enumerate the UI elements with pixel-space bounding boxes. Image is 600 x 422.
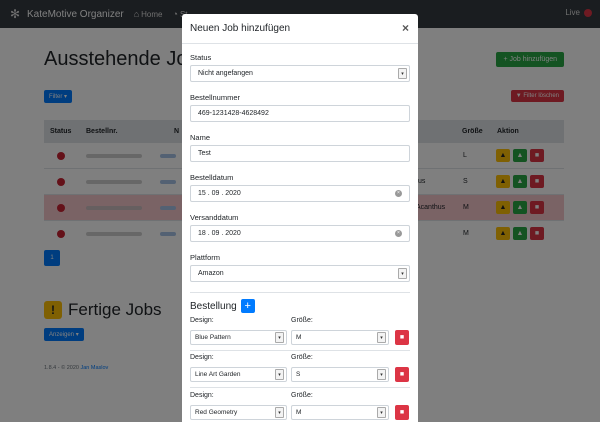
ship-date-label: Versanddatum: [190, 213, 239, 222]
name-input[interactable]: Test: [190, 145, 410, 162]
platform-select-value: Amazon: [198, 270, 224, 277]
size-select[interactable]: M ▾: [291, 405, 389, 420]
select-arrow-icon: ▾: [275, 407, 284, 418]
size-select-value: M: [296, 409, 302, 416]
delete-item-button[interactable]: ■: [395, 367, 409, 382]
select-arrow-icon: ▾: [398, 68, 407, 79]
name-label: Name: [190, 133, 211, 142]
size-select[interactable]: M ▾: [291, 330, 389, 345]
design-select[interactable]: Red Geometry ▾: [190, 405, 287, 420]
order-date-label: Bestelldatum: [190, 173, 234, 182]
size-select-value: M: [296, 334, 302, 341]
select-arrow-icon: ▾: [377, 332, 386, 343]
design-select[interactable]: Blue Pattern ▾: [190, 330, 287, 345]
order-date-value: 15 . 09 . 2020: [198, 190, 241, 197]
select-arrow-icon: ▾: [275, 369, 284, 380]
close-icon[interactable]: ×: [402, 21, 409, 35]
size-label: Größe:: [291, 392, 313, 399]
select-arrow-icon: ▾: [377, 407, 386, 418]
status-select[interactable]: Nicht angefangen ▾: [190, 65, 410, 82]
delete-item-button[interactable]: ■: [395, 330, 409, 345]
order-section-header: Bestellung +: [190, 299, 255, 313]
design-label: Design:: [190, 317, 214, 324]
design-label: Design:: [190, 354, 214, 361]
add-job-modal: Neuen Job hinzufügen × Status Nicht ange…: [182, 14, 418, 422]
modal-header: Neuen Job hinzufügen ×: [182, 14, 418, 44]
ship-date-input[interactable]: 18 . 09 . 2020 ×: [190, 225, 410, 242]
select-arrow-icon: ▾: [398, 268, 407, 279]
status-select-value: Nicht angefangen: [198, 70, 253, 77]
order-date-input[interactable]: 15 . 09 . 2020 ×: [190, 185, 410, 202]
select-arrow-icon: ▾: [377, 369, 386, 380]
order-section-title: Bestellung: [190, 300, 237, 312]
design-label: Design:: [190, 392, 214, 399]
size-label: Größe:: [291, 354, 313, 361]
platform-select[interactable]: Amazon ▾: [190, 265, 410, 282]
clear-icon[interactable]: ×: [395, 230, 402, 237]
select-arrow-icon: ▾: [275, 332, 284, 343]
divider: [190, 292, 410, 293]
platform-label: Plattform: [190, 253, 221, 262]
size-label: Größe:: [291, 317, 313, 324]
design-select-value: Line Art Garden: [195, 371, 241, 378]
modal-title: Neuen Job hinzufügen: [190, 23, 291, 34]
design-select[interactable]: Line Art Garden ▾: [190, 367, 287, 382]
size-select[interactable]: S ▾: [291, 367, 389, 382]
divider: [190, 350, 410, 351]
order-number-label: Bestellnummer: [190, 93, 241, 102]
name-value: Test: [198, 150, 211, 157]
ship-date-value: 18 . 09 . 2020: [198, 230, 241, 237]
status-label: Status: [190, 53, 212, 62]
order-number-value: 469-1231428-4628492: [198, 110, 269, 117]
size-select-value: S: [296, 371, 301, 378]
add-item-button[interactable]: +: [240, 299, 255, 313]
design-select-value: Red Geometry: [195, 409, 238, 416]
clear-icon[interactable]: ×: [395, 190, 402, 197]
order-number-input[interactable]: 469-1231428-4628492: [190, 105, 410, 122]
design-select-value: Blue Pattern: [195, 334, 231, 341]
divider: [190, 387, 410, 388]
delete-item-button[interactable]: ■: [395, 405, 409, 420]
